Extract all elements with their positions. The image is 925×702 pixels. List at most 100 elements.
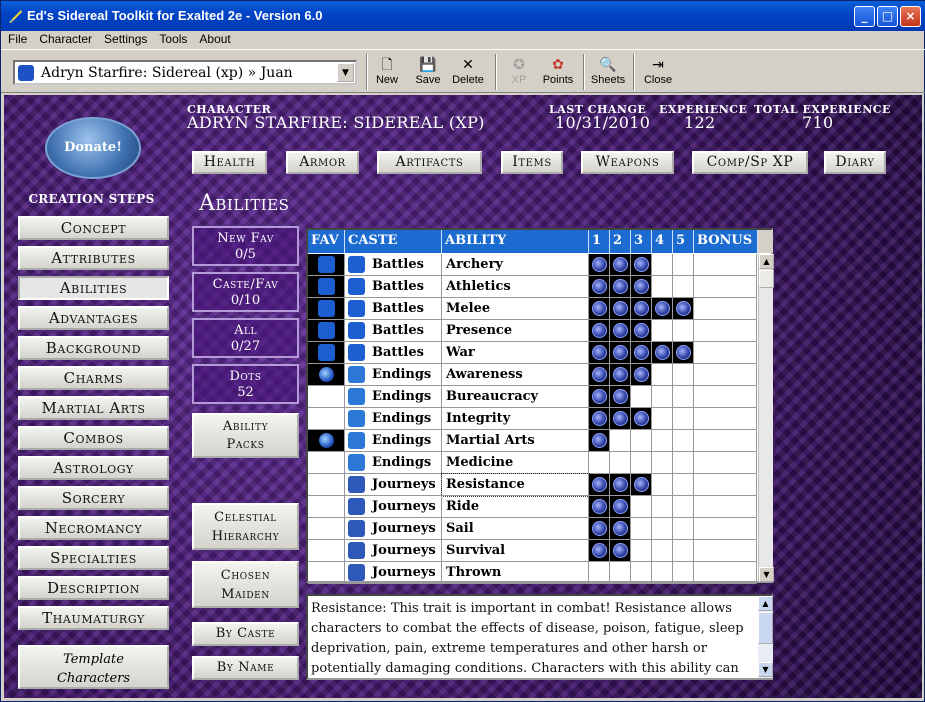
bonus-cell[interactable] — [694, 298, 757, 320]
nav-items[interactable]: Items — [501, 151, 563, 174]
bonus-cell[interactable] — [694, 474, 757, 496]
dot-cell-4[interactable] — [652, 298, 673, 320]
dot-cell-5[interactable] — [673, 254, 694, 276]
menu-settings[interactable]: Settings — [97, 31, 152, 46]
dot-cell-2[interactable] — [610, 430, 631, 452]
dot-cell-1[interactable] — [589, 408, 610, 430]
dot-cell-3[interactable] — [631, 518, 652, 540]
chevron-down-icon[interactable]: ▼ — [337, 63, 354, 82]
step-advantages[interactable]: Advantages — [18, 306, 169, 330]
table-row[interactable]: Battles Melee — [308, 298, 757, 320]
bonus-cell[interactable] — [694, 386, 757, 408]
dot-cell-2[interactable] — [610, 540, 631, 562]
dot-cell-4[interactable] — [652, 364, 673, 386]
points-button[interactable]: ✿ Points — [539, 54, 577, 92]
bonus-cell[interactable] — [694, 320, 757, 342]
by-name-button[interactable]: By Name — [192, 656, 299, 680]
scroll-thumb[interactable] — [759, 270, 774, 288]
step-specialties[interactable]: Specialties — [18, 546, 169, 570]
by-caste-button[interactable]: By Caste — [192, 622, 299, 646]
col-fav[interactable]: FAV — [308, 230, 345, 253]
dot-cell-4[interactable] — [652, 342, 673, 364]
dot-cell-2[interactable] — [610, 342, 631, 364]
dot-cell-5[interactable] — [673, 364, 694, 386]
dot-cell-5[interactable] — [673, 298, 694, 320]
step-astrology[interactable]: Astrology — [18, 456, 169, 480]
col-dot-5[interactable]: 5 — [673, 230, 694, 253]
dot-cell-2[interactable] — [610, 408, 631, 430]
maximize-button[interactable]: □ — [877, 6, 898, 27]
step-martial-arts[interactable]: Martial Arts — [18, 396, 169, 420]
bonus-cell[interactable] — [694, 430, 757, 452]
dot-cell-3[interactable] — [631, 496, 652, 518]
dot-cell-1[interactable] — [589, 364, 610, 386]
nav-artifacts[interactable]: Artifacts — [377, 151, 482, 174]
dot-cell-2[interactable] — [610, 298, 631, 320]
dot-cell-2[interactable] — [610, 364, 631, 386]
dot-cell-5[interactable] — [673, 496, 694, 518]
ability-name[interactable]: Athletics — [442, 276, 589, 298]
dot-cell-5[interactable] — [673, 452, 694, 474]
step-necromancy[interactable]: Necromancy — [18, 516, 169, 540]
ability-name[interactable]: Sail — [442, 518, 589, 540]
fav-cell[interactable] — [308, 430, 345, 452]
dot-cell-3[interactable] — [631, 430, 652, 452]
bonus-cell[interactable] — [694, 562, 757, 584]
dot-cell-5[interactable] — [673, 386, 694, 408]
dot-cell-1[interactable] — [589, 430, 610, 452]
description-scrollbar[interactable]: ▲ ▼ — [758, 596, 773, 678]
ability-name[interactable]: Medicine — [442, 452, 589, 474]
close-button[interactable]: × — [900, 6, 921, 27]
donate-button[interactable]: Donate! — [45, 117, 141, 179]
chosen-maiden-button[interactable]: Chosen Maiden — [192, 561, 299, 608]
template-characters-button[interactable]: Template Characters — [18, 645, 169, 689]
fav-cell[interactable] — [308, 496, 345, 518]
fav-cell[interactable] — [308, 408, 345, 430]
table-row[interactable]: Journeys Survival — [308, 540, 757, 562]
table-row[interactable]: Journeys Resistance — [308, 473, 757, 497]
bonus-cell[interactable] — [694, 364, 757, 386]
bonus-cell[interactable] — [694, 452, 757, 474]
dot-cell-2[interactable] — [610, 562, 631, 584]
dot-cell-1[interactable] — [589, 562, 610, 584]
ability-name[interactable]: Survival — [442, 540, 589, 562]
nav-comp-sp-xp[interactable]: Comp/Sp XP — [692, 151, 808, 174]
fav-cell[interactable] — [308, 254, 345, 276]
ability-name[interactable]: Integrity — [442, 408, 589, 430]
dot-cell-4[interactable] — [652, 496, 673, 518]
dot-cell-3[interactable] — [631, 320, 652, 342]
step-combos[interactable]: Combos — [18, 426, 169, 450]
col-ability[interactable]: ABILITY — [442, 230, 589, 253]
dot-cell-3[interactable] — [631, 364, 652, 386]
dot-cell-5[interactable] — [673, 320, 694, 342]
fav-cell[interactable] — [308, 386, 345, 408]
bonus-cell[interactable] — [694, 518, 757, 540]
fav-cell[interactable] — [308, 320, 345, 342]
scroll-up-icon[interactable]: ▲ — [758, 596, 773, 611]
table-row[interactable]: Endings Integrity — [308, 408, 757, 430]
ability-name[interactable]: Ride — [442, 496, 589, 518]
table-row[interactable]: Battles War — [308, 342, 757, 364]
dot-cell-1[interactable] — [589, 496, 610, 518]
title-bar[interactable]: Ed's Sidereal Toolkit for Exalted 2e - V… — [1, 1, 925, 31]
dot-cell-3[interactable] — [631, 408, 652, 430]
col-caste[interactable]: CASTE — [345, 230, 442, 253]
ability-name[interactable]: Presence — [442, 320, 589, 342]
dot-cell-2[interactable] — [610, 518, 631, 540]
celestial-hierarchy-button[interactable]: Celestial Hierarchy — [192, 503, 299, 550]
menu-file[interactable]: File — [1, 31, 32, 46]
ability-name[interactable]: Melee — [442, 298, 589, 320]
fav-cell[interactable] — [308, 452, 345, 474]
table-row[interactable]: Endings Bureaucracy — [308, 386, 757, 408]
table-row[interactable]: Journeys Thrown — [308, 562, 757, 584]
dot-cell-4[interactable] — [652, 254, 673, 276]
dot-cell-4[interactable] — [652, 452, 673, 474]
dot-cell-3[interactable] — [631, 540, 652, 562]
bonus-cell[interactable] — [694, 540, 757, 562]
step-abilities[interactable]: Abilities — [18, 276, 169, 300]
dot-cell-3[interactable] — [631, 562, 652, 584]
dot-cell-2[interactable] — [610, 276, 631, 298]
save-button[interactable]: 💾 Save — [412, 54, 444, 92]
bonus-cell[interactable] — [694, 342, 757, 364]
table-row[interactable]: Battles Presence — [308, 320, 757, 342]
